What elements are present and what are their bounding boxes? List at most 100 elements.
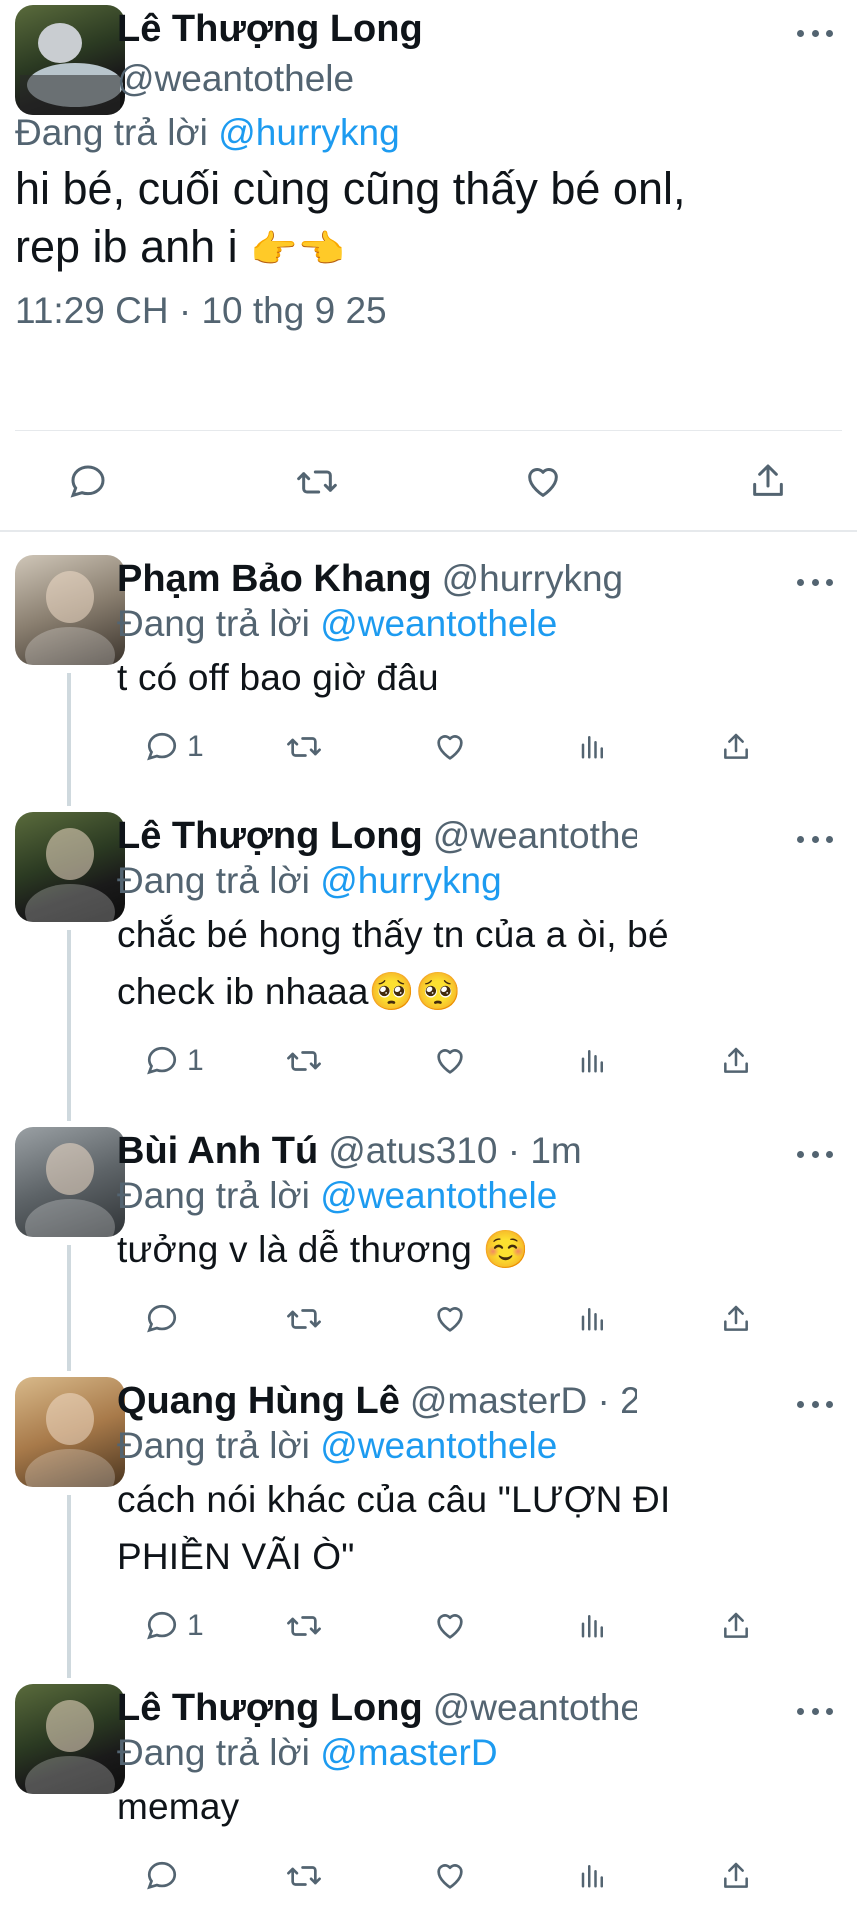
reply-mention-link[interactable]: @weantothele bbox=[320, 1425, 557, 1466]
reply-header: Lê Thượng Long@weantothele ·... bbox=[117, 1687, 637, 1730]
reply-mention-link[interactable]: @weantothele bbox=[320, 1175, 557, 1216]
reply-icon bbox=[145, 1044, 179, 1078]
share-icon bbox=[753, 464, 783, 496]
reply-text-line: tưởng v là dễ thương ☺️ bbox=[117, 1229, 529, 1270]
avatar-main-image bbox=[20, 23, 123, 115]
main-timestamp[interactable]: 11:29 CH · 10 thg 9 25 bbox=[15, 290, 387, 332]
retweet-icon bbox=[285, 1302, 323, 1336]
more-options-icon[interactable] bbox=[797, 1399, 833, 1409]
thread-line bbox=[67, 1495, 71, 1678]
retweet-button[interactable] bbox=[285, 1609, 323, 1643]
avatar[interactable] bbox=[15, 555, 125, 665]
views-icon bbox=[578, 1859, 608, 1891]
views-button[interactable] bbox=[578, 1302, 608, 1334]
author-handle[interactable]: @weantothele ·... bbox=[433, 815, 637, 856]
thread-line bbox=[67, 673, 71, 806]
more-options-icon[interactable] bbox=[797, 1149, 833, 1159]
avatar[interactable] bbox=[15, 1377, 125, 1487]
reply-button[interactable]: 1 bbox=[145, 1609, 204, 1643]
retweet-button[interactable] bbox=[295, 462, 339, 502]
share-button[interactable] bbox=[720, 730, 752, 764]
reply-mention-link[interactable]: @hurrykng bbox=[218, 112, 400, 153]
reply-text: memay bbox=[117, 1778, 239, 1835]
retweet-button[interactable] bbox=[285, 1302, 323, 1336]
author-handle[interactable]: @hurrykng · 3m bbox=[442, 558, 637, 599]
avatar[interactable] bbox=[15, 1684, 125, 1794]
retweet-button[interactable] bbox=[285, 1044, 323, 1078]
reply-icon bbox=[145, 1859, 179, 1893]
reply-context: Đang trả lời @weantothele bbox=[117, 603, 557, 645]
thread-line bbox=[67, 930, 71, 1121]
views-button[interactable] bbox=[578, 1859, 608, 1891]
main-author-handle[interactable]: @weantothele bbox=[117, 58, 354, 100]
author-handle[interactable]: @atus310 · 1m bbox=[328, 1130, 582, 1171]
main-tweet-line: hi bé, cuối cùng cũng thấy bé onl, bbox=[15, 163, 686, 214]
avatar-main[interactable] bbox=[15, 5, 125, 115]
share-button[interactable] bbox=[720, 1859, 752, 1893]
reply-button[interactable] bbox=[145, 1859, 187, 1893]
reply-mention-link[interactable]: @hurrykng bbox=[320, 860, 502, 901]
more-options-icon[interactable] bbox=[797, 577, 833, 587]
main-tweet-text: hi bé, cuối cùng cũng thấy bé onl, rep i… bbox=[15, 160, 685, 279]
reply-text-line: cách nói khác của câu "LƯỢN ĐI bbox=[117, 1479, 671, 1520]
retweet-icon bbox=[285, 1044, 323, 1078]
views-button[interactable] bbox=[578, 730, 608, 762]
reply-text-line: chắc bé hong thấy tn của a òi, bé bbox=[117, 914, 669, 955]
like-button[interactable] bbox=[433, 1044, 467, 1078]
avatar[interactable] bbox=[15, 1127, 125, 1237]
retweet-button[interactable] bbox=[285, 1859, 323, 1893]
reply-button[interactable]: 1 bbox=[145, 730, 204, 764]
reply-context: Đang trả lời @weantothele bbox=[117, 1425, 557, 1467]
retweet-icon bbox=[297, 470, 337, 494]
author-handle[interactable]: @masterD · 2m bbox=[410, 1380, 637, 1421]
like-button[interactable] bbox=[522, 462, 564, 502]
retweet-icon bbox=[285, 1609, 323, 1643]
more-options-icon[interactable] bbox=[797, 834, 833, 844]
views-button[interactable] bbox=[578, 1044, 608, 1076]
author-name[interactable]: Quang Hùng Lê bbox=[117, 1380, 400, 1422]
share-button[interactable] bbox=[720, 1609, 752, 1643]
like-button[interactable] bbox=[433, 1302, 467, 1336]
views-button[interactable] bbox=[578, 1609, 608, 1641]
reply-text-line: memay bbox=[117, 1786, 240, 1827]
like-button[interactable] bbox=[433, 730, 467, 764]
retweet-button[interactable] bbox=[285, 730, 323, 764]
thread-line bbox=[67, 1245, 71, 1371]
divider bbox=[0, 530, 857, 532]
reply-button[interactable] bbox=[68, 462, 108, 502]
reply-count: 1 bbox=[187, 730, 204, 763]
views-icon bbox=[578, 730, 608, 762]
author-handle[interactable]: @weantothele ·... bbox=[433, 1687, 637, 1728]
reply-prefix: Đang trả lời bbox=[117, 1732, 310, 1773]
reply-prefix: Đang trả lời bbox=[117, 1175, 310, 1216]
share-icon bbox=[720, 1609, 752, 1643]
author-name[interactable]: Lê Thượng Long bbox=[117, 1687, 423, 1729]
reply-icon bbox=[70, 465, 105, 498]
share-icon bbox=[720, 1859, 752, 1893]
share-button[interactable] bbox=[720, 1044, 752, 1078]
author-name[interactable]: Bùi Anh Tú bbox=[117, 1130, 318, 1172]
more-options-icon[interactable] bbox=[797, 1706, 833, 1716]
reply-prefix: Đang trả lời bbox=[117, 1425, 310, 1466]
like-button[interactable] bbox=[433, 1609, 467, 1643]
reply-header: Bùi Anh Tú @atus310 · 1m bbox=[117, 1130, 637, 1173]
heart-icon bbox=[433, 1609, 467, 1643]
share-button[interactable] bbox=[748, 460, 788, 502]
heart-icon bbox=[433, 1859, 467, 1893]
reply-button[interactable]: 1 bbox=[145, 1044, 204, 1078]
main-tweet-line: rep ib anh i bbox=[15, 221, 238, 272]
reply-icon bbox=[145, 1302, 179, 1336]
reply-icon bbox=[145, 1609, 179, 1643]
author-name[interactable]: Lê Thượng Long bbox=[117, 815, 423, 857]
share-button[interactable] bbox=[720, 1302, 752, 1336]
main-author-name[interactable]: Lê Thượng Long bbox=[117, 8, 423, 51]
avatar[interactable] bbox=[15, 812, 125, 922]
reply-mention-link[interactable]: @weantothele bbox=[320, 603, 557, 644]
more-options-icon[interactable] bbox=[797, 28, 833, 38]
views-icon bbox=[578, 1044, 608, 1076]
reply-mention-link[interactable]: @masterD bbox=[320, 1732, 497, 1773]
reply-button[interactable] bbox=[145, 1302, 187, 1336]
like-button[interactable] bbox=[433, 1859, 467, 1893]
reply-context: Đang trả lời @masterD bbox=[117, 1732, 498, 1774]
author-name[interactable]: Phạm Bảo Khang bbox=[117, 558, 432, 600]
